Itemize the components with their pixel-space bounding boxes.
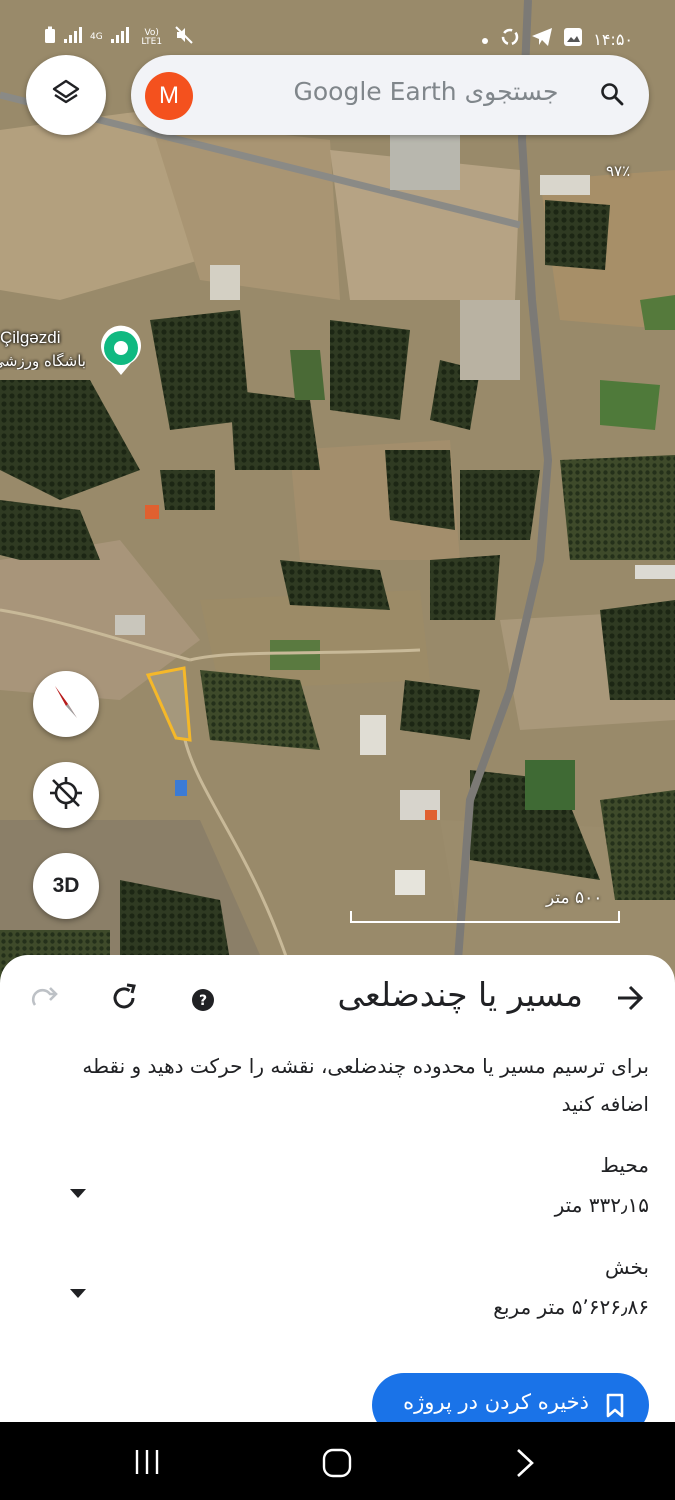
- signal-icon: [64, 27, 82, 48]
- gallery-icon: [563, 27, 583, 52]
- perimeter-label: محیط: [600, 1153, 649, 1177]
- bottom-sheet: ? مسیر یا چندضلعی برای ترسیم مسیر یا محد…: [0, 955, 675, 1437]
- instructions-text: برای ترسیم مسیر یا محدوده چندضلعی، نقشه …: [82, 1054, 649, 1116]
- telegram-icon: [531, 27, 553, 52]
- area-label: بخش: [605, 1255, 649, 1279]
- area-value: ۵٬۶۲۶٫۸۶ متر مربع: [493, 1295, 649, 1319]
- sheet-title: مسیر یا چندضلعی: [337, 975, 583, 1014]
- place-subtitle-label[interactable]: باشگاه ورزشی: [0, 352, 86, 370]
- bookmark-icon: [605, 1393, 625, 1423]
- search-bar[interactable]: M جستجوی Google Earth: [131, 55, 649, 135]
- arrow-forward-icon[interactable]: [615, 983, 645, 1017]
- clock-time: ۱۴:۵۰: [593, 29, 633, 49]
- redo-icon[interactable]: [30, 985, 60, 1015]
- help-icon[interactable]: ?: [190, 987, 216, 1017]
- svg-text:?: ?: [199, 993, 207, 1009]
- recent-apps-icon[interactable]: [133, 1448, 163, 1480]
- sync-icon: [499, 26, 521, 53]
- mute-icon: [174, 26, 193, 49]
- compass-button[interactable]: [33, 671, 99, 737]
- navigation-bar: [0, 1422, 675, 1500]
- battery-icon: [44, 26, 56, 49]
- 3d-toggle-button[interactable]: 3D: [33, 853, 99, 919]
- scale-bar: [350, 911, 620, 923]
- status-bar: 4G Vo) LTE1 ۱۴:۵۰: [0, 0, 675, 60]
- location-pin-icon[interactable]: [98, 325, 144, 381]
- perimeter-unit-dropdown-icon[interactable]: [68, 1184, 88, 1203]
- perimeter-value: ۳۳۲٫۱۵ متر: [554, 1193, 649, 1217]
- back-icon[interactable]: [514, 1448, 536, 1482]
- scale-label: ۵۰۰ متر: [546, 888, 603, 908]
- satellite-map[interactable]: 4G Vo) LTE1 ۱۴:۵۰ M جستجوی Google Earth …: [0, 0, 675, 1000]
- search-input[interactable]: جستجوی Google Earth: [281, 77, 571, 106]
- my-location-button[interactable]: [33, 762, 99, 828]
- account-avatar[interactable]: M: [145, 72, 193, 120]
- layers-button[interactable]: [26, 55, 106, 135]
- area-unit-dropdown-icon[interactable]: [68, 1284, 88, 1303]
- location-off-icon: [48, 775, 84, 815]
- satellite-imagery: [0, 0, 675, 1000]
- volte-label: Vo) LTE1: [141, 27, 163, 47]
- search-icon[interactable]: [599, 81, 625, 111]
- avatar-letter: M: [159, 82, 179, 109]
- home-icon[interactable]: [322, 1448, 352, 1482]
- refresh-icon[interactable]: [108, 982, 140, 1018]
- save-to-project-label: ذخیره کردن در پروژه: [403, 1390, 589, 1414]
- compass-icon: [51, 684, 81, 724]
- layers-icon: [51, 78, 81, 112]
- network-type-label: 4G: [90, 32, 103, 42]
- zoom-level: ۹۷٪: [606, 162, 631, 180]
- dot-icon: [481, 30, 489, 50]
- place-name-label[interactable]: Çilgəzdi: [0, 328, 60, 348]
- 3d-label: 3D: [52, 874, 80, 897]
- signal-icon: [110, 27, 129, 48]
